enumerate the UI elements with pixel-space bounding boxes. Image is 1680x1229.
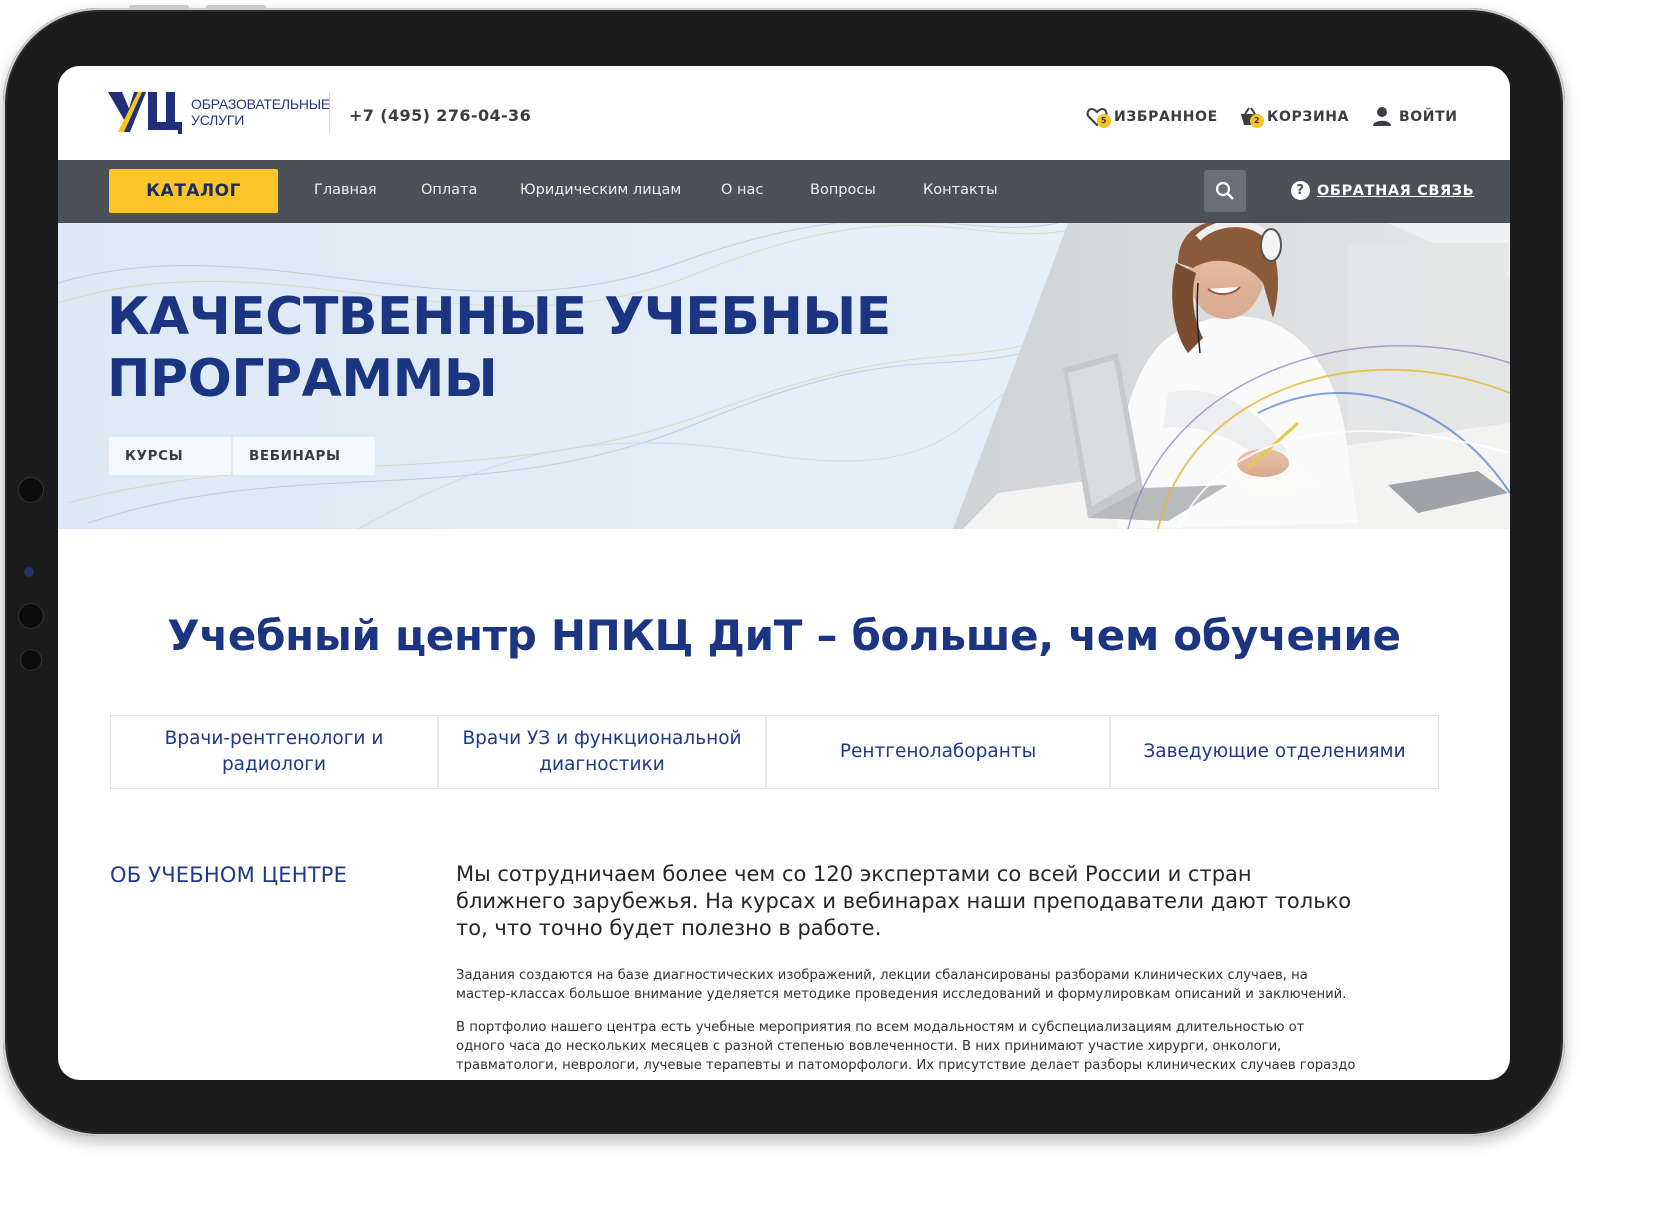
category-radiographers[interactable]: Рентгенолаборанты: [767, 716, 1111, 788]
cart-link[interactable]: 2 КОРЗИНА: [1239, 106, 1349, 128]
side-sensor-2: [25, 568, 33, 576]
nav-item-legal-entities[interactable]: Юридическим лицам: [520, 182, 681, 198]
volume-button-top-2: [206, 5, 266, 10]
main-navigation: КАТАЛОГ Главная Оплата Юридическим лицам…: [58, 160, 1510, 223]
hero-title-line-1: КАЧЕСТВЕННЫЕ УЧЕБНЫЕ: [107, 287, 891, 347]
favorites-label: ИЗБРАННОЕ: [1114, 109, 1218, 125]
favorites-link[interactable]: 5 ИЗБРАННОЕ: [1086, 106, 1218, 128]
feedback-label: ОБРАТНАЯ СВЯЗЬ: [1317, 182, 1475, 199]
category-radiologists[interactable]: Врачи-рентгенологи и радиологи: [111, 716, 439, 788]
search-icon: [1215, 181, 1234, 200]
search-button[interactable]: [1204, 170, 1246, 212]
cart-label: КОРЗИНА: [1267, 109, 1350, 125]
about-paragraph-1: Задания создаются на базе диагностически…: [456, 968, 1347, 1002]
favorites-count: 5: [1097, 114, 1111, 128]
feedback-link[interactable]: ? ОБРАТНАЯ СВЯЗЬ: [1291, 181, 1474, 200]
phone-number[interactable]: +7 (495) 276-04-36: [349, 106, 531, 125]
brand-line-1: ОБРАЗОВАТЕЛЬНЫЕ: [191, 96, 331, 112]
about-paragraph-2: В портфолио нашего центра есть учебные м…: [456, 1020, 1356, 1080]
nav-item-contacts[interactable]: Контакты: [923, 182, 998, 198]
nav-item-questions[interactable]: Вопросы: [810, 182, 876, 198]
about-heading: ОБ УЧЕБНОМ ЦЕНТРЕ: [110, 863, 348, 887]
site-header: ОБРАЗОВАТЕЛЬНЫЕ УСЛУГИ +7 (495) 276-04-3…: [58, 66, 1510, 160]
user-icon: [1371, 106, 1393, 128]
section-title: Учебный центр НПКЦ ДиТ – больше, чем обу…: [167, 611, 1401, 660]
brand-line-2: УСЛУГИ: [191, 112, 245, 128]
tab-webinars[interactable]: ВЕБИНАРЫ: [233, 437, 375, 475]
header-divider: [329, 92, 330, 134]
category-department-heads[interactable]: Заведующие отделениями: [1111, 716, 1438, 788]
brand-name: ОБРАЗОВАТЕЛЬНЫЕ УСЛУГИ: [191, 96, 330, 128]
hero-title: КАЧЕСТВЕННЫЕ УЧЕБНЫЕ ПРОГРАММЫ: [107, 286, 907, 410]
side-sensor-3: [19, 604, 43, 628]
audience-categories: Врачи-рентгенологи и радиологи Врачи УЗ …: [110, 715, 1439, 789]
login-label: ВОЙТИ: [1399, 109, 1458, 125]
tab-courses[interactable]: КУРСЫ: [109, 437, 231, 475]
nav-item-about[interactable]: О нас: [721, 182, 763, 198]
nav-item-home[interactable]: Главная: [314, 182, 377, 198]
browser-viewport: ОБРАЗОВАТЕЛЬНЫЕ УСЛУГИ +7 (495) 276-04-3…: [58, 66, 1510, 1080]
side-sensor-4: [21, 650, 41, 670]
hero-title-line-2: ПРОГРАММЫ: [107, 349, 498, 409]
cart-count: 2: [1250, 114, 1264, 128]
login-link[interactable]: ВОЙТИ: [1371, 106, 1458, 128]
hero-tabs: КУРСЫ ВЕБИНАРЫ: [109, 437, 375, 475]
side-sensor-1: [19, 478, 43, 502]
about-lead: Мы сотрудничаем более чем со 120 эксперт…: [456, 862, 1352, 940]
nav-item-payment[interactable]: Оплата: [421, 182, 477, 198]
question-circle-icon: ?: [1291, 181, 1310, 200]
volume-button-top: [129, 5, 189, 10]
heart-icon: 5: [1086, 106, 1111, 128]
cart-icon: 2: [1239, 106, 1264, 128]
category-ultrasound-doctors[interactable]: Врачи УЗ и функциональной диагностики: [439, 716, 767, 788]
catalog-button[interactable]: КАТАЛОГ: [109, 169, 278, 213]
hero-banner: КАЧЕСТВЕННЫЕ УЧЕБНЫЕ ПРОГРАММЫ КУРСЫ ВЕБ…: [58, 223, 1510, 529]
